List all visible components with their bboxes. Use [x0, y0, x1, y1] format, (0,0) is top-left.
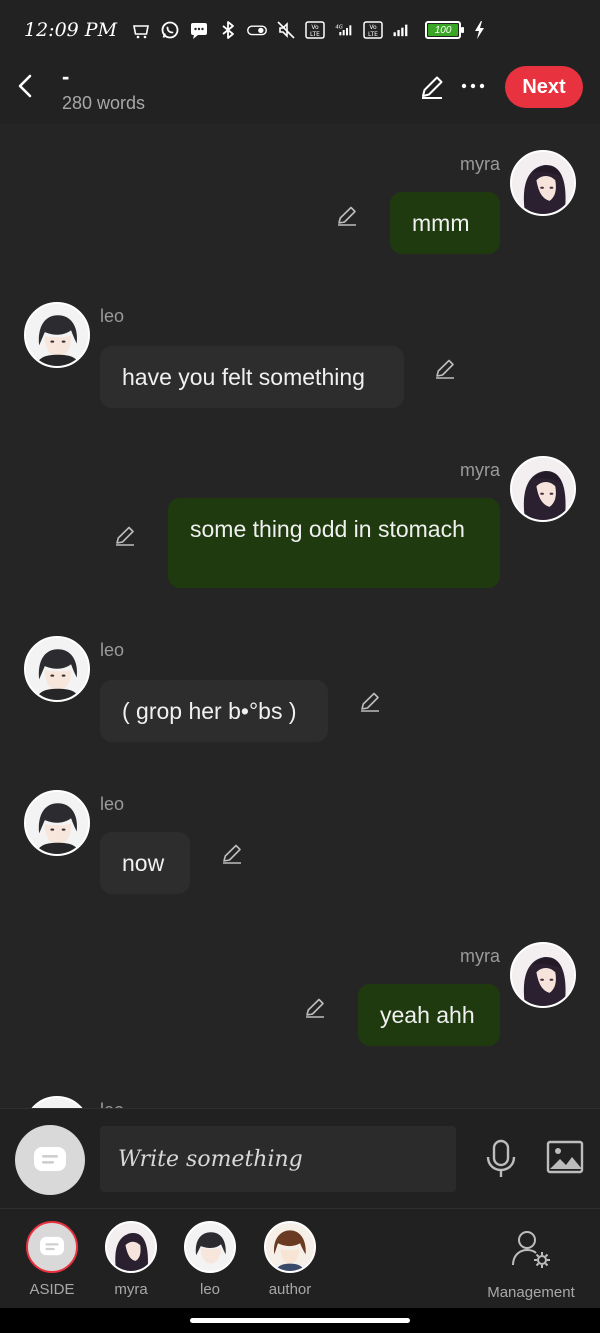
character-bar: ASIDE myra leo author Management	[0, 1208, 600, 1308]
character-label: ASIDE	[29, 1281, 75, 1298]
aside-avatar	[26, 1221, 78, 1273]
edit-message-button[interactable]	[303, 996, 327, 1020]
volte-icon: Vo LTE	[305, 20, 325, 40]
back-button[interactable]	[12, 72, 40, 100]
message-bubble[interactable]: have you felt something	[100, 346, 404, 408]
pencil-icon	[338, 206, 356, 226]
svg-text:LTE: LTE	[368, 31, 378, 38]
chat-message: myra mmm	[0, 124, 600, 274]
pencil-icon	[422, 76, 443, 99]
speaker-name: myra	[460, 946, 500, 966]
chat-list[interactable]: myra mmm leo have you felt something myr…	[0, 124, 600, 1108]
user-settings-icon	[512, 1231, 550, 1268]
edit-message-button[interactable]	[433, 357, 457, 381]
aside-toggle-button[interactable]	[15, 1125, 85, 1195]
image-icon	[546, 1140, 584, 1174]
speaker-name: leo	[100, 640, 125, 660]
microphone-icon	[486, 1139, 516, 1177]
edit-message-button[interactable]	[113, 524, 137, 548]
management-label: Management	[487, 1284, 575, 1301]
next-button[interactable]: Next	[505, 66, 583, 108]
chat-bubble-icon	[34, 1147, 66, 1171]
home-indicator[interactable]	[190, 1318, 410, 1323]
toggle-icon	[247, 20, 267, 40]
management-button[interactable]: Management	[480, 1221, 582, 1305]
speaker-name: leo	[100, 794, 125, 814]
edit-button[interactable]	[418, 73, 446, 101]
edit-message-button[interactable]	[335, 204, 359, 228]
avatar[interactable]	[510, 456, 576, 522]
write-input[interactable]	[100, 1126, 456, 1192]
character-author[interactable]: author	[250, 1221, 330, 1305]
svg-text:LTE: LTE	[310, 31, 320, 38]
chat-message: leo have you felt something	[0, 300, 600, 430]
chat-message: leo now	[0, 788, 600, 918]
svg-text:Vo: Vo	[311, 24, 319, 31]
svg-text:4G: 4G	[335, 25, 343, 31]
status-icons: Vo LTE 4G Vo LTE 100	[131, 20, 490, 40]
edit-message-button[interactable]	[220, 842, 244, 866]
message-icon	[189, 20, 209, 40]
avatar	[264, 1221, 316, 1273]
chat-message: myra yeah ahh	[0, 940, 600, 1080]
avatar	[184, 1221, 236, 1273]
avatar[interactable]	[510, 150, 576, 216]
edit-message-button[interactable]	[358, 690, 382, 714]
composer	[0, 1108, 600, 1208]
character-aside[interactable]: ASIDE	[12, 1221, 92, 1305]
message-bubble[interactable]: some thing odd in stomach	[168, 498, 500, 588]
signal-4g-icon: 4G	[334, 20, 354, 40]
message-bubble[interactable]: mmm	[390, 192, 500, 254]
character-label: author	[268, 1281, 312, 1298]
chat-message: leo ( grop her b•°bs )	[0, 634, 600, 764]
pencil-icon	[436, 359, 454, 379]
chat-message: myra some thing odd in stomach	[0, 454, 600, 614]
image-button[interactable]	[546, 1139, 584, 1175]
avatar[interactable]	[510, 942, 576, 1008]
more-dots-icon	[461, 83, 485, 89]
volte-icon-2: Vo LTE	[363, 20, 383, 40]
status-time: 12:09 PM	[24, 19, 118, 41]
avatar[interactable]	[24, 636, 90, 702]
avatar[interactable]	[24, 1096, 90, 1108]
page-title: -	[62, 64, 70, 89]
header: - 280 words Next	[0, 60, 600, 124]
message-bubble[interactable]: yeah ahh	[358, 984, 500, 1046]
speaker-name: leo	[100, 1100, 124, 1108]
battery-level: 100	[428, 24, 459, 36]
svg-text:Vo: Vo	[369, 24, 377, 31]
pencil-icon	[361, 692, 379, 712]
message-bubble[interactable]: ( grop her b•°bs )	[100, 680, 328, 742]
character-label: myra	[114, 1281, 148, 1298]
speaker-name: leo	[100, 306, 125, 326]
battery-icon: 100	[425, 21, 465, 39]
bluetooth-icon	[218, 20, 238, 40]
shopping-app-icon	[131, 20, 151, 40]
system-nav-bar	[0, 1308, 600, 1333]
chat-bubble-icon	[40, 1236, 64, 1256]
avatar	[105, 1221, 157, 1273]
mute-icon	[276, 20, 296, 40]
chevron-left-icon	[18, 74, 32, 98]
charging-icon	[470, 20, 490, 40]
character-label: leo	[199, 1281, 221, 1298]
status-bar: 12:09 PM Vo LTE 4G Vo LTE 100	[0, 0, 600, 60]
speaker-name: myra	[460, 460, 500, 480]
microphone-button[interactable]	[484, 1139, 518, 1179]
signal-icon	[392, 20, 412, 40]
pencil-icon	[306, 998, 324, 1018]
more-button[interactable]	[460, 76, 486, 96]
pencil-icon	[116, 526, 134, 546]
character-myra[interactable]: myra	[91, 1221, 171, 1305]
avatar[interactable]	[24, 302, 90, 368]
message-bubble[interactable]: now	[100, 832, 190, 894]
avatar[interactable]	[24, 790, 90, 856]
chat-message: leo	[0, 1094, 600, 1108]
whatsapp-icon	[160, 20, 180, 40]
word-count: 280 words	[62, 93, 146, 113]
pencil-icon	[223, 844, 241, 864]
character-leo[interactable]: leo	[170, 1221, 250, 1305]
speaker-name: myra	[460, 154, 500, 174]
